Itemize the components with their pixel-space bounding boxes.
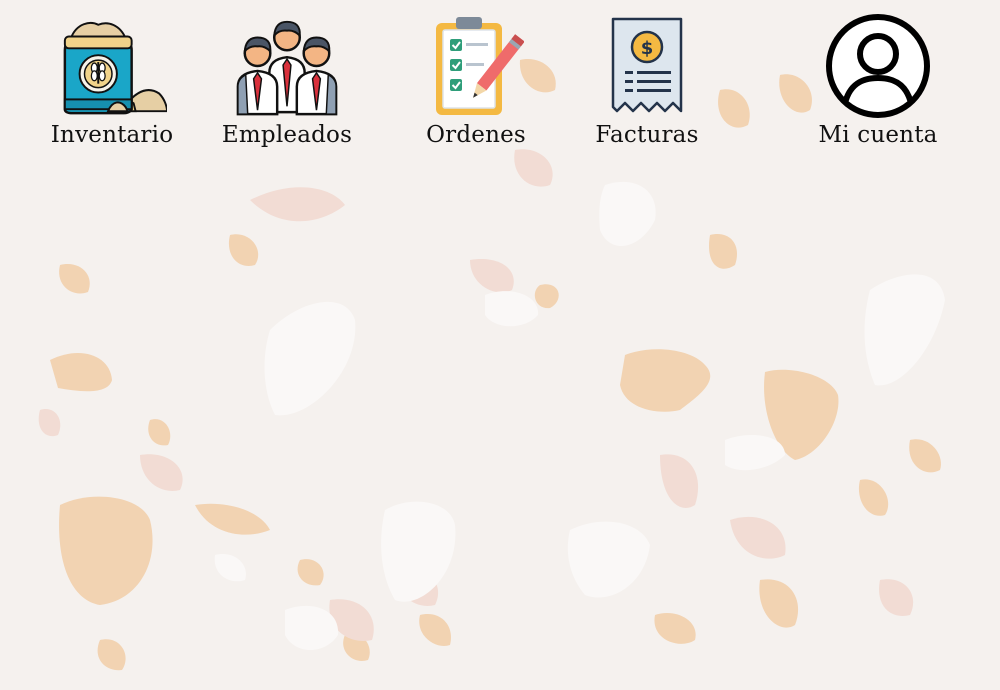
nav-item-facturas[interactable]: $ Facturas bbox=[595, 14, 699, 148]
grain-sack-icon bbox=[57, 14, 167, 118]
nav-item-empleados[interactable]: Empleados bbox=[221, 14, 353, 148]
nav-label-ordenes: Ordenes bbox=[426, 122, 526, 148]
nav-item-inventario[interactable]: Inventario bbox=[51, 14, 173, 148]
clipboard-checklist-icon bbox=[421, 14, 531, 118]
nav-label-mi-cuenta: Mi cuenta bbox=[818, 122, 938, 148]
invoice-receipt-icon: $ bbox=[592, 14, 702, 118]
nav-label-facturas: Facturas bbox=[595, 122, 699, 148]
nav-item-mi-cuenta[interactable]: Mi cuenta bbox=[818, 14, 938, 148]
employees-icon bbox=[232, 14, 342, 118]
svg-text:$: $ bbox=[641, 38, 654, 59]
nav-item-ordenes[interactable]: Ordenes bbox=[426, 14, 526, 148]
nav-label-inventario: Inventario bbox=[50, 122, 174, 148]
user-account-icon bbox=[823, 14, 933, 118]
nav-label-empleados: Empleados bbox=[221, 122, 353, 148]
main-navigation: Inventario Empleados Ordenes $ Facturas … bbox=[0, 0, 1000, 170]
